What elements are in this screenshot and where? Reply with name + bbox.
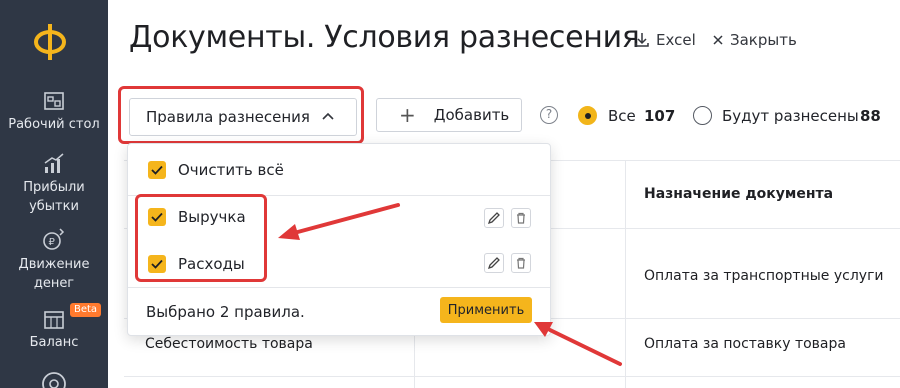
sidebar-item-dashboard[interactable]: Рабочий стол bbox=[0, 90, 108, 134]
page-title: Документы. Условия разнесения bbox=[129, 20, 640, 55]
plus-icon: + bbox=[399, 103, 416, 127]
help-icon[interactable]: ? bbox=[540, 106, 558, 124]
excel-label: Excel bbox=[656, 31, 696, 49]
table-cell: Оплата за поставку товара bbox=[644, 336, 846, 352]
sidebar-item-cash-flow[interactable]: ₽ Движение денег bbox=[0, 228, 108, 293]
delete-rule-button[interactable] bbox=[511, 208, 531, 228]
delete-rule-button[interactable] bbox=[511, 253, 531, 273]
close-icon bbox=[713, 35, 723, 45]
pencil-icon bbox=[487, 212, 500, 225]
money-flow-icon: ₽ bbox=[43, 228, 65, 250]
close-button[interactable]: Закрыть bbox=[712, 31, 797, 49]
trash-icon bbox=[517, 257, 525, 269]
sidebar-item-label: Движение денег bbox=[18, 257, 90, 291]
divider bbox=[128, 287, 550, 288]
sidebar-item-label: Рабочий стол bbox=[8, 117, 100, 132]
sidebar-item-profit-loss[interactable]: Прибыли убытки bbox=[0, 153, 108, 216]
edit-rule-button[interactable] bbox=[484, 208, 504, 228]
annotation-highlight bbox=[135, 194, 267, 282]
table-cell: Оплата за транспортные услуги bbox=[644, 268, 884, 284]
close-label: Закрыть bbox=[730, 31, 797, 49]
selected-count-text: Выбрано 2 правила. bbox=[146, 303, 305, 321]
sidebar-item-label: Баланс bbox=[29, 335, 79, 350]
add-button[interactable]: + Добавить bbox=[376, 98, 522, 132]
apply-button[interactable]: Применить bbox=[440, 297, 532, 323]
column-divider bbox=[625, 160, 626, 388]
pencil-icon bbox=[487, 257, 500, 270]
table-cell: Себестоимость товара bbox=[145, 336, 313, 352]
edit-rule-button[interactable] bbox=[484, 253, 504, 273]
balance-icon bbox=[44, 311, 64, 329]
filter-posted-count: 88 bbox=[860, 107, 881, 125]
row-divider bbox=[124, 376, 900, 377]
clear-all-label: Очистить всё bbox=[178, 161, 284, 179]
checkbox[interactable] bbox=[148, 161, 166, 179]
excel-button[interactable]: Excel bbox=[634, 31, 696, 49]
column-header-purpose[interactable]: Назначение документа bbox=[644, 186, 833, 202]
clear-all-option[interactable]: Очистить всё bbox=[148, 161, 284, 179]
trash-icon bbox=[517, 212, 525, 224]
chart-up-icon bbox=[44, 153, 64, 173]
settings-icon[interactable] bbox=[40, 368, 68, 388]
filter-posted-radio[interactable] bbox=[693, 106, 712, 125]
annotation-highlight bbox=[118, 86, 364, 144]
sidebar: Рабочий стол Прибыли убытки ₽ Движение д… bbox=[0, 0, 108, 388]
filter-all-count: 107 bbox=[644, 107, 676, 125]
check-icon bbox=[151, 165, 163, 175]
add-label: Добавить bbox=[433, 106, 510, 124]
filter-all-radio[interactable] bbox=[578, 106, 597, 125]
beta-badge: Beta bbox=[70, 303, 102, 317]
logo-icon[interactable] bbox=[28, 20, 72, 64]
filter-all-label[interactable]: Все bbox=[608, 107, 636, 125]
filter-posted-label[interactable]: Будут разнесены bbox=[722, 107, 859, 125]
svg-text:₽: ₽ bbox=[49, 237, 56, 248]
dashboard-icon bbox=[44, 92, 64, 110]
sidebar-item-label: Прибыли убытки bbox=[23, 180, 85, 214]
download-icon bbox=[635, 33, 649, 47]
